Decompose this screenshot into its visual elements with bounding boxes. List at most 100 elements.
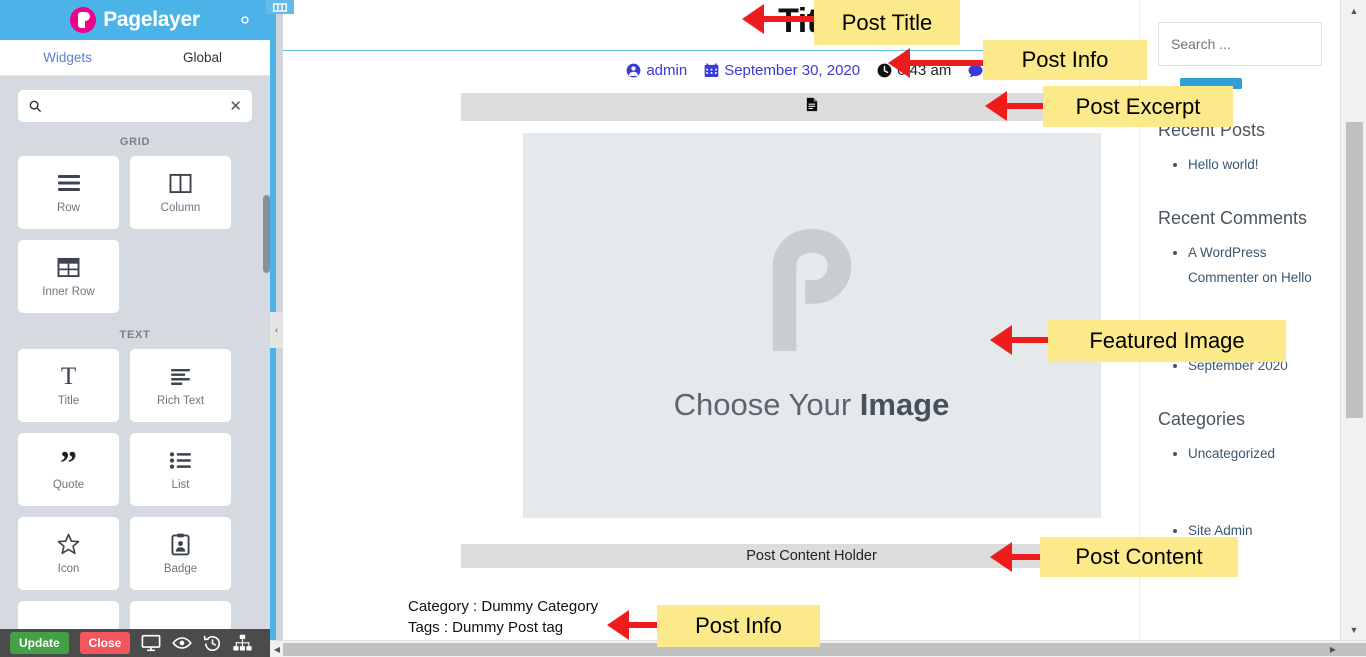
list-item[interactable]: Uncategorized — [1188, 441, 1322, 466]
vertical-scrollbar[interactable]: ▲ ▼ — [1340, 0, 1366, 641]
pagelayer-editor-window: Pagelayer Widgets Global ✕ GRID Row Colu… — [0, 0, 1366, 657]
featured-image-text-bold: Image — [859, 386, 950, 422]
sidebar-link: A WordPress Commenter on Hello — [1188, 245, 1312, 285]
annotation-featured-image: Featured Image — [1048, 320, 1286, 362]
panel-drag-handle[interactable] — [266, 0, 294, 14]
update-button[interactable]: Update — [10, 632, 69, 654]
list-icon — [169, 448, 192, 472]
desktop-icon[interactable] — [141, 634, 161, 652]
scroll-right-icon[interactable]: ▶ — [1326, 641, 1340, 657]
panel-tabs: Widgets Global — [0, 40, 270, 76]
sidebar-list-recent-posts: Hello world! — [1188, 152, 1322, 177]
editor-footer-bar: Update Close — [0, 629, 270, 657]
search-input[interactable] — [48, 99, 224, 113]
quote-icon: ” — [60, 445, 77, 483]
widget-label: List — [171, 479, 190, 491]
arrow-head — [742, 4, 764, 34]
widget-list: GRID Row Column Inner Row TEXT T Title R… — [0, 130, 270, 657]
widget-title[interactable]: T Title — [18, 349, 119, 422]
widget-list[interactable]: List — [130, 433, 231, 506]
pagelayer-logo-icon — [70, 7, 97, 33]
featured-image-label: Choose Your Image — [674, 387, 950, 423]
tab-widgets[interactable]: Widgets — [0, 40, 135, 75]
widget-label: Rich Text — [156, 395, 205, 407]
user-icon — [626, 63, 641, 78]
annotation-arrow-post-info — [888, 48, 988, 78]
post-author-label: admin — [646, 62, 688, 79]
clear-search-icon[interactable]: ✕ — [223, 99, 242, 114]
annotation-post-info-bottom: Post Info — [657, 605, 820, 647]
widget-label: Title — [57, 395, 80, 407]
tab-global[interactable]: Global — [135, 40, 270, 75]
group-title-text: TEXT — [119, 329, 151, 341]
widget-group-text: T Title Rich Text ” Quote List Icon Badg… — [18, 349, 252, 657]
arrow-shaft — [910, 60, 988, 66]
arrow-head — [990, 542, 1012, 572]
sidebar-list-categories: Uncategorized — [1188, 441, 1322, 466]
list-item[interactable]: A WordPress Commenter on Hello — [1188, 240, 1322, 290]
widget-label: Badge — [163, 563, 198, 575]
text-title-icon: T — [60, 362, 77, 390]
rich-text-icon — [169, 364, 192, 388]
widget-label: Row — [56, 202, 80, 214]
gear-icon[interactable] — [234, 9, 256, 31]
sidebar-heading-recent-comments: Recent Comments — [1158, 208, 1308, 228]
badge-icon — [171, 532, 190, 556]
horizontal-scroll-thumb[interactable] — [283, 643, 1366, 656]
list-item[interactable]: Hello world! — [1188, 152, 1322, 177]
search-icon — [28, 99, 42, 113]
widget-icon[interactable]: Icon — [18, 517, 119, 590]
inner-row-icon — [57, 255, 80, 279]
collapse-panel-icon[interactable]: ‹ — [270, 312, 283, 348]
widget-column[interactable]: Column — [130, 156, 231, 229]
eye-icon[interactable] — [172, 636, 193, 650]
featured-image-text-light: Choose Your — [673, 386, 860, 422]
widget-inner-row[interactable]: Inner Row — [18, 240, 119, 313]
widget-row[interactable]: Row — [18, 156, 119, 229]
post-date[interactable]: September 30, 2020 — [704, 62, 860, 79]
sidebar-search-input[interactable] — [1158, 22, 1322, 66]
post-date-label: September 30, 2020 — [724, 62, 861, 79]
arrow-head — [607, 610, 629, 640]
widget-search-box[interactable]: ✕ — [18, 90, 252, 122]
arrow-head — [985, 91, 1007, 121]
calendar-icon — [704, 63, 719, 78]
scroll-left-icon[interactable]: ◀ — [270, 641, 284, 657]
vertical-scroll-thumb[interactable] — [1346, 122, 1363, 418]
sidebar-list-recent-comments: A WordPress Commenter on Hello — [1188, 240, 1322, 290]
sidebar-link: Hello world! — [1188, 157, 1259, 172]
widget-group-grid: Row Column Inner Row — [18, 156, 252, 313]
close-button[interactable]: Close — [79, 632, 131, 654]
star-icon — [57, 532, 80, 556]
pagelayer-logo-icon — [772, 228, 851, 351]
annotation-post-content: Post Content — [1040, 537, 1238, 577]
sidebar-heading-categories: Categories — [1158, 409, 1246, 429]
scroll-thumb[interactable] — [263, 195, 270, 273]
group-title-grid: GRID — [119, 136, 151, 148]
column-icon — [169, 171, 192, 195]
widget-label: Column — [160, 202, 201, 214]
widget-badge[interactable]: Badge — [130, 517, 231, 590]
history-icon[interactable] — [203, 634, 222, 653]
widget-rich-text[interactable]: Rich Text — [130, 349, 231, 422]
widgets-panel-scrollbar[interactable] — [263, 170, 270, 657]
widget-quote[interactable]: ” Quote — [18, 433, 119, 506]
sidebar-link: Site Admin — [1188, 523, 1253, 538]
scroll-down-icon[interactable]: ▼ — [1341, 621, 1366, 639]
featured-image-placeholder[interactable]: Choose Your Image — [522, 133, 1101, 518]
scroll-up-icon[interactable]: ▲ — [1341, 2, 1366, 20]
pagelayer-logo: Pagelayer — [70, 7, 200, 33]
document-icon — [806, 97, 818, 117]
sidebar-link: Uncategorized — [1188, 446, 1276, 461]
annotation-post-info-top: Post Info — [983, 40, 1147, 80]
brand-name: Pagelayer — [103, 8, 200, 31]
post-author[interactable]: admin — [626, 62, 687, 79]
widget-label: Inner Row — [42, 286, 95, 298]
arrow-head — [888, 48, 910, 78]
annotation-post-excerpt: Post Excerpt — [1043, 86, 1233, 127]
widgets-panel: Pagelayer Widgets Global ✕ GRID Row Colu… — [0, 0, 270, 657]
row-icon — [57, 171, 81, 195]
widget-search-area: ✕ — [0, 76, 270, 130]
annotation-post-title: Post Title — [814, 0, 960, 45]
sitemap-icon[interactable] — [233, 634, 252, 652]
